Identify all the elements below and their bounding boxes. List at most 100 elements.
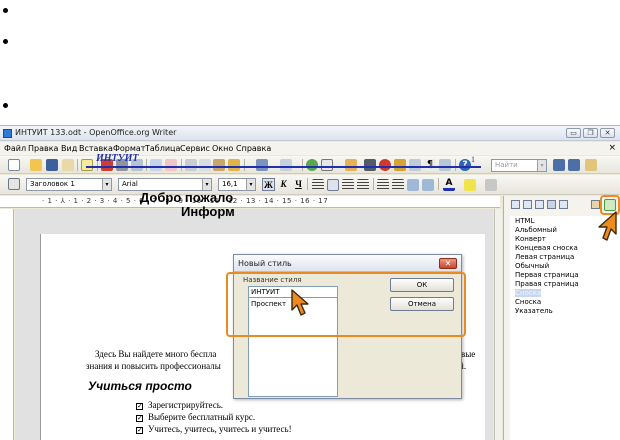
menu-view[interactable]: Вид <box>61 144 77 153</box>
stylist-item-html[interactable]: HTML <box>515 217 534 225</box>
increase-indent-icon[interactable] <box>422 179 434 191</box>
font-size-value: 16,1 <box>222 180 238 188</box>
bullets-icon[interactable] <box>392 179 404 191</box>
paragraph-line1-right: вые <box>461 349 476 359</box>
dialog-close-button[interactable]: ✕ <box>439 258 457 269</box>
stylist-item-first-page[interactable]: Первая страница <box>515 271 579 279</box>
find-input[interactable]: Найти ▾ <box>491 159 547 172</box>
menu-tools[interactable]: Сервис <box>180 144 210 153</box>
undo-icon[interactable] <box>256 159 268 171</box>
fill-format-icon[interactable] <box>591 200 600 209</box>
data-sources-icon[interactable] <box>409 159 421 171</box>
separator <box>455 159 456 171</box>
background-color-icon[interactable] <box>485 179 497 191</box>
stylist-item-default[interactable]: Обычный <box>515 262 549 270</box>
styles-formatting-icon[interactable] <box>8 178 20 190</box>
chevron-down-icon[interactable]: ▾ <box>202 179 211 190</box>
table-icon[interactable] <box>321 159 333 171</box>
bullet-3 <box>3 103 8 108</box>
edit-file-icon[interactable] <box>81 159 93 171</box>
decrease-indent-icon[interactable] <box>407 179 419 191</box>
stylist-item-left-page[interactable]: Левая страница <box>515 253 574 261</box>
standard-toolbar: ¶ ? Найти ▾ <box>0 156 620 174</box>
justify-icon[interactable] <box>357 179 369 191</box>
vertical-scrollbar[interactable] <box>494 209 502 440</box>
close-button[interactable]: ✕ <box>600 128 615 138</box>
navigator-icon[interactable] <box>379 159 391 171</box>
italic-button[interactable]: К <box>277 178 290 191</box>
menu-table[interactable]: Таблица <box>145 144 180 153</box>
checkbox-icon: ✓ <box>136 414 143 422</box>
header-page-number: 1 <box>471 155 475 164</box>
redo-icon[interactable] <box>280 159 292 171</box>
find-replace-icon[interactable] <box>364 159 376 171</box>
underline-button[interactable]: Ч <box>292 178 305 191</box>
email-icon[interactable] <box>62 159 74 171</box>
stylist-item-index[interactable]: Указатель <box>515 307 553 315</box>
minimize-button[interactable]: ▭ <box>566 128 581 138</box>
hyperlink-icon[interactable] <box>306 159 318 171</box>
gallery-icon[interactable] <box>394 159 406 171</box>
stylist-item-endnote[interactable]: Концевая сноска <box>515 244 578 252</box>
new-document-icon[interactable] <box>8 159 20 171</box>
character-styles-icon[interactable] <box>523 200 532 209</box>
menu-window[interactable]: Окно <box>212 144 233 153</box>
spellcheck-icon[interactable] <box>150 159 162 171</box>
copy-icon[interactable] <box>199 159 211 171</box>
menu-format[interactable]: Формат <box>113 144 145 153</box>
dialog-title: Новый стиль <box>238 259 292 268</box>
stylist-item-footnote[interactable]: Сноска <box>515 298 541 306</box>
restore-button[interactable]: ❐ <box>583 128 598 138</box>
paragraph-line2-left: знания и повысить профессионалы <box>86 361 221 371</box>
highlighting-icon[interactable] <box>464 179 476 191</box>
paste-icon[interactable] <box>213 159 225 171</box>
frame-styles-icon[interactable] <box>535 200 544 209</box>
document-title-line1: Добро пожало <box>140 190 234 205</box>
list-item-text: Учитесь, учитесь, учитесь и учитесь! <box>148 424 292 434</box>
save-icon[interactable] <box>46 159 58 171</box>
format-paintbrush-icon[interactable] <box>228 159 240 171</box>
font-color-icon[interactable]: A <box>443 179 455 191</box>
window-title: ИНТУИТ 133.odt - OpenOffice.org Writer <box>15 128 177 137</box>
stylist-item-selected[interactable]: Сноска <box>515 289 542 297</box>
open-folder-icon[interactable] <box>30 159 42 171</box>
menu-help[interactable]: Справка <box>236 144 271 153</box>
menu-insert[interactable]: Вставка <box>79 144 113 153</box>
chevron-down-icon[interactable]: ▾ <box>537 160 546 171</box>
list-styles-icon[interactable] <box>559 200 568 209</box>
align-left-icon[interactable] <box>312 179 324 191</box>
header-divider-line <box>86 166 481 168</box>
paragraph-styles-icon[interactable] <box>511 200 520 209</box>
horizontal-ruler[interactable]: · 1 · ⅄ · 1 · 2 · 3 · 4 · 5 · 6 · 7 · 8 … <box>0 196 500 208</box>
align-right-icon[interactable] <box>342 179 354 191</box>
numbering-icon[interactable] <box>377 179 389 191</box>
chevron-down-icon[interactable]: ▾ <box>102 179 111 190</box>
writer-app-icon <box>3 129 12 138</box>
paragraph-style-select[interactable]: Заголовок 1 ▾ <box>26 178 112 191</box>
vertical-ruler[interactable] <box>0 209 14 440</box>
find-previous-icon[interactable] <box>568 159 580 171</box>
menu-file[interactable]: Файл <box>4 144 26 153</box>
align-center-icon[interactable] <box>327 179 339 191</box>
formatting-toolbar: Заголовок 1 ▾ Arial ▾ 16,1 ▾ Ж К Ч A <box>0 175 620 195</box>
dialog-title-bar: Новый стиль ✕ <box>234 255 461 272</box>
show-draw-functions-icon[interactable] <box>345 159 357 171</box>
chevron-down-icon[interactable]: ▾ <box>246 179 255 190</box>
separator <box>146 159 147 171</box>
find-options-icon[interactable] <box>585 159 597 171</box>
page-styles-icon[interactable] <box>547 200 556 209</box>
help-icon[interactable]: ? <box>459 159 471 171</box>
nonprinting-chars-icon[interactable]: ¶ <box>424 159 436 171</box>
separator <box>244 159 245 171</box>
cut-icon[interactable] <box>185 159 197 171</box>
autospellcheck-icon[interactable] <box>165 159 177 171</box>
separator <box>307 178 308 190</box>
stylist-item-landscape[interactable]: Альбомный <box>515 226 557 234</box>
menu-edit[interactable]: Правка <box>28 144 58 153</box>
stylist-item-right-page[interactable]: Правая страница <box>515 280 579 288</box>
find-next-icon[interactable] <box>553 159 565 171</box>
zoom-icon[interactable] <box>439 159 451 171</box>
stylist-item-envelope[interactable]: Конверт <box>515 235 546 243</box>
bold-button[interactable]: Ж <box>262 178 275 191</box>
close-document-icon[interactable]: × <box>608 143 616 153</box>
